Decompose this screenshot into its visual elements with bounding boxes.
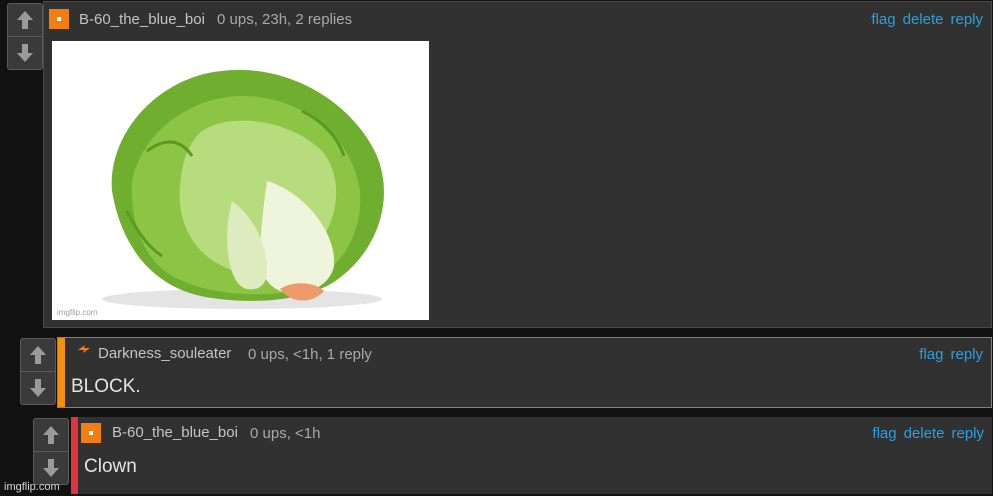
lettuce-image xyxy=(102,69,384,309)
comment-actions: flag reply xyxy=(919,346,983,363)
vote-box xyxy=(7,3,43,70)
comment-text: BLOCK. xyxy=(71,376,141,397)
username-link[interactable]: B-60_the_blue_boi xyxy=(112,424,238,441)
arrow-up-icon xyxy=(43,426,59,444)
arrow-down-icon xyxy=(43,459,59,477)
delete-link[interactable]: delete xyxy=(903,11,944,28)
arrow-up-icon xyxy=(17,11,33,29)
comment-image[interactable]: imgflip.com xyxy=(52,41,429,320)
username-link[interactable]: Darkness_souleater xyxy=(98,345,231,362)
comment: B-60_the_blue_boi 0 ups, <1h flag delete… xyxy=(71,417,992,494)
reply-stripe xyxy=(58,338,65,407)
upvote-button[interactable] xyxy=(21,339,55,371)
avatar[interactable] xyxy=(81,423,101,443)
reply-stripe xyxy=(71,417,78,494)
comment-text: Clown xyxy=(84,456,137,477)
image-watermark: imgflip.com xyxy=(57,308,98,317)
reply-link[interactable]: reply xyxy=(951,425,984,442)
arrow-down-icon xyxy=(30,379,46,397)
comment-actions: flag delete reply xyxy=(871,11,983,28)
downvote-button[interactable] xyxy=(34,451,68,484)
username-link[interactable]: B-60_the_blue_boi xyxy=(79,11,205,28)
imgflip-watermark: imgflip.com xyxy=(4,481,60,493)
vote-box xyxy=(20,338,56,405)
comment: Darkness_souleater 0 ups, <1h, 1 reply f… xyxy=(57,337,992,408)
comment-actions: flag delete reply xyxy=(872,425,984,442)
comment: B-60_the_blue_boi 0 ups, 23h, 2 replies … xyxy=(43,1,992,328)
arrow-down-icon xyxy=(17,44,33,62)
comment-meta: 0 ups, <1h xyxy=(250,425,321,442)
downvote-button[interactable] xyxy=(8,36,42,69)
vote-box xyxy=(33,418,69,485)
reply-link[interactable]: reply xyxy=(950,11,983,28)
upvote-button[interactable] xyxy=(8,4,42,36)
flag-link[interactable]: flag xyxy=(872,425,896,442)
delete-link[interactable]: delete xyxy=(904,425,945,442)
lightning-icon[interactable] xyxy=(76,343,92,355)
reply-link[interactable]: reply xyxy=(950,346,983,363)
upvote-button[interactable] xyxy=(34,419,68,451)
avatar[interactable] xyxy=(49,9,69,29)
comment-meta: 0 ups, <1h, 1 reply xyxy=(248,346,372,363)
arrow-up-icon xyxy=(30,346,46,364)
downvote-button[interactable] xyxy=(21,371,55,404)
comment-meta: 0 ups, 23h, 2 replies xyxy=(217,11,353,28)
flag-link[interactable]: flag xyxy=(919,346,943,363)
flag-link[interactable]: flag xyxy=(871,11,895,28)
